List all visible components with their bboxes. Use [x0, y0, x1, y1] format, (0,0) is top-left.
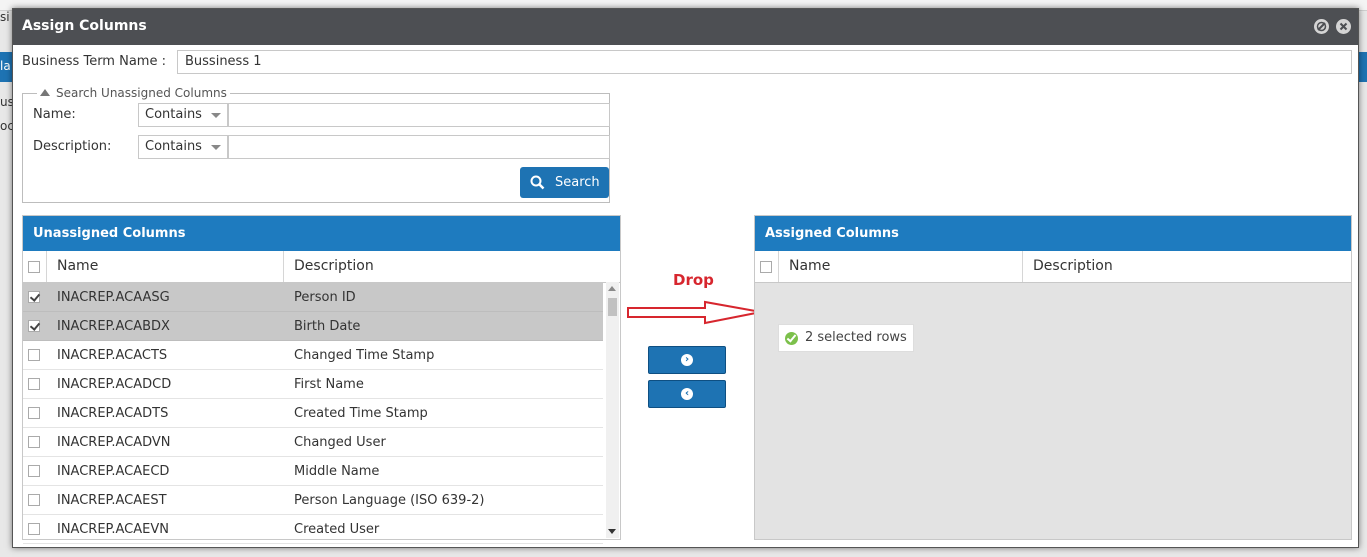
drop-annotation-label: Drop — [673, 271, 714, 289]
description-operator-value: Contains — [145, 139, 202, 154]
row-name: INACREP.ACAECD — [57, 464, 170, 479]
name-operator-select[interactable]: Contains — [138, 103, 228, 127]
row-name: INACREP.ACAEVN — [57, 522, 169, 537]
select-all-checkbox[interactable] — [28, 261, 40, 273]
select-all-checkbox[interactable] — [760, 261, 772, 273]
background-fragment: oc — [0, 119, 12, 133]
row-description: Birth Date — [294, 319, 361, 334]
row-checkbox[interactable] — [28, 407, 40, 419]
row-name: INACREP.ACAEST — [57, 493, 167, 508]
chevron-left-icon: ‹ — [681, 388, 693, 400]
chevron-down-icon — [211, 113, 221, 118]
column-header-name[interactable]: Name — [57, 251, 98, 282]
search-icon — [530, 175, 545, 190]
column-header-description[interactable]: Description — [1033, 251, 1113, 282]
table-row[interactable]: INACREP.ACABDX Birth Date — [23, 312, 603, 341]
row-name: INACREP.ACADCD — [57, 377, 172, 392]
scroll-up-icon[interactable] — [608, 286, 616, 291]
close-icon[interactable] — [1336, 19, 1351, 34]
row-name: INACREP.ACACTS — [57, 348, 168, 363]
table-row[interactable]: INACREP.ACADVN Changed User — [23, 428, 603, 457]
background-blue-bar: la — [0, 52, 12, 82]
row-name: INACREP.ACADVN — [57, 435, 171, 450]
column-header-name[interactable]: Name — [789, 251, 830, 282]
unassigned-columns-grid: Unassigned Columns Name Description INAC… — [22, 215, 621, 544]
search-button-label: Search — [555, 175, 600, 190]
business-term-input[interactable]: Bussiness 1 — [177, 50, 1352, 74]
table-row[interactable]: INACREP.ACADTS Created Time Stamp — [23, 399, 603, 428]
scroll-down-icon[interactable] — [608, 529, 616, 534]
row-description: Person Language (ISO 639-2) — [294, 493, 485, 508]
column-separator — [46, 251, 47, 282]
column-separator — [283, 251, 284, 282]
unassigned-grid-title: Unassigned Columns — [23, 216, 620, 251]
unassigned-grid-header: Name Description — [23, 251, 620, 283]
drag-badge-text: 2 selected rows — [805, 330, 907, 345]
assign-columns-dialog: Assign Columns Business Term Name : Buss… — [12, 8, 1359, 548]
row-description: Person ID — [294, 290, 356, 305]
table-row[interactable]: INACREP.ACAEVN Created User — [23, 515, 603, 544]
description-filter-input[interactable] — [228, 135, 610, 159]
table-row[interactable]: INACREP.ACADCD First Name — [23, 370, 603, 399]
search-button[interactable]: Search — [520, 167, 609, 198]
row-checkbox[interactable] — [28, 523, 40, 535]
name-operator-value: Contains — [145, 107, 202, 122]
drop-arrow-icon — [627, 300, 762, 325]
row-checkbox[interactable] — [28, 378, 40, 390]
assigned-grid-title: Assigned Columns — [755, 216, 1351, 251]
row-description: Middle Name — [294, 464, 380, 479]
check-circle-icon — [785, 332, 798, 345]
table-row[interactable]: INACREP.ACAEST Person Language (ISO 639-2… — [23, 486, 603, 515]
scroll-thumb[interactable] — [608, 298, 617, 316]
drag-selected-rows-badge: 2 selected rows — [778, 324, 914, 352]
assigned-columns-grid: Assigned Columns Name Description 2 sele… — [754, 215, 1352, 540]
move-right-button[interactable]: › — [648, 346, 726, 374]
description-filter-label: Description: — [33, 139, 112, 154]
row-checkbox[interactable] — [28, 320, 40, 332]
row-name: INACREP.ACADTS — [57, 406, 169, 421]
row-description: First Name — [294, 377, 364, 392]
row-checkbox[interactable] — [28, 349, 40, 361]
search-legend-text: Search Unassigned Columns — [56, 86, 227, 100]
table-row[interactable]: INACREP.ACACTS Changed Time Stamp — [23, 341, 603, 370]
column-header-description[interactable]: Description — [294, 251, 374, 282]
background-fragment: si — [0, 10, 10, 24]
chevron-right-icon: › — [681, 354, 693, 366]
assigned-drop-zone[interactable]: 2 selected rows — [755, 283, 1351, 539]
chevron-down-icon — [211, 145, 221, 150]
move-left-button[interactable]: ‹ — [648, 380, 726, 408]
business-term-label: Business Term Name : — [22, 54, 166, 69]
table-row[interactable]: INACREP.ACAASG Person ID — [23, 283, 603, 312]
background-fragment: us — [0, 95, 12, 109]
search-legend[interactable]: Search Unassigned Columns — [37, 86, 230, 100]
row-name: INACREP.ACAASG — [57, 290, 170, 305]
row-description: Changed Time Stamp — [294, 348, 435, 363]
row-description: Created User — [294, 522, 380, 537]
table-row[interactable]: INACREP.ACAECD Middle Name — [23, 457, 603, 486]
column-separator — [778, 251, 779, 282]
row-checkbox[interactable] — [28, 494, 40, 506]
minimize-icon[interactable] — [1314, 19, 1329, 34]
name-filter-label: Name: — [33, 107, 76, 122]
dialog-title: Assign Columns — [22, 18, 147, 34]
row-checkbox[interactable] — [28, 436, 40, 448]
row-description: Created Time Stamp — [294, 406, 428, 421]
row-checkbox[interactable] — [28, 465, 40, 477]
row-description: Changed User — [294, 435, 386, 450]
scrollbar[interactable] — [606, 282, 619, 538]
row-name: INACREP.ACABDX — [57, 319, 170, 334]
collapse-triangle-icon — [40, 89, 50, 96]
background-fragment: la — [0, 59, 11, 73]
column-separator — [1022, 251, 1023, 282]
row-checkbox[interactable] — [28, 291, 40, 303]
description-operator-select[interactable]: Contains — [138, 135, 228, 159]
dialog-header: Assign Columns — [13, 9, 1358, 45]
assigned-grid-header: Name Description — [755, 251, 1351, 283]
name-filter-input[interactable] — [228, 103, 610, 127]
